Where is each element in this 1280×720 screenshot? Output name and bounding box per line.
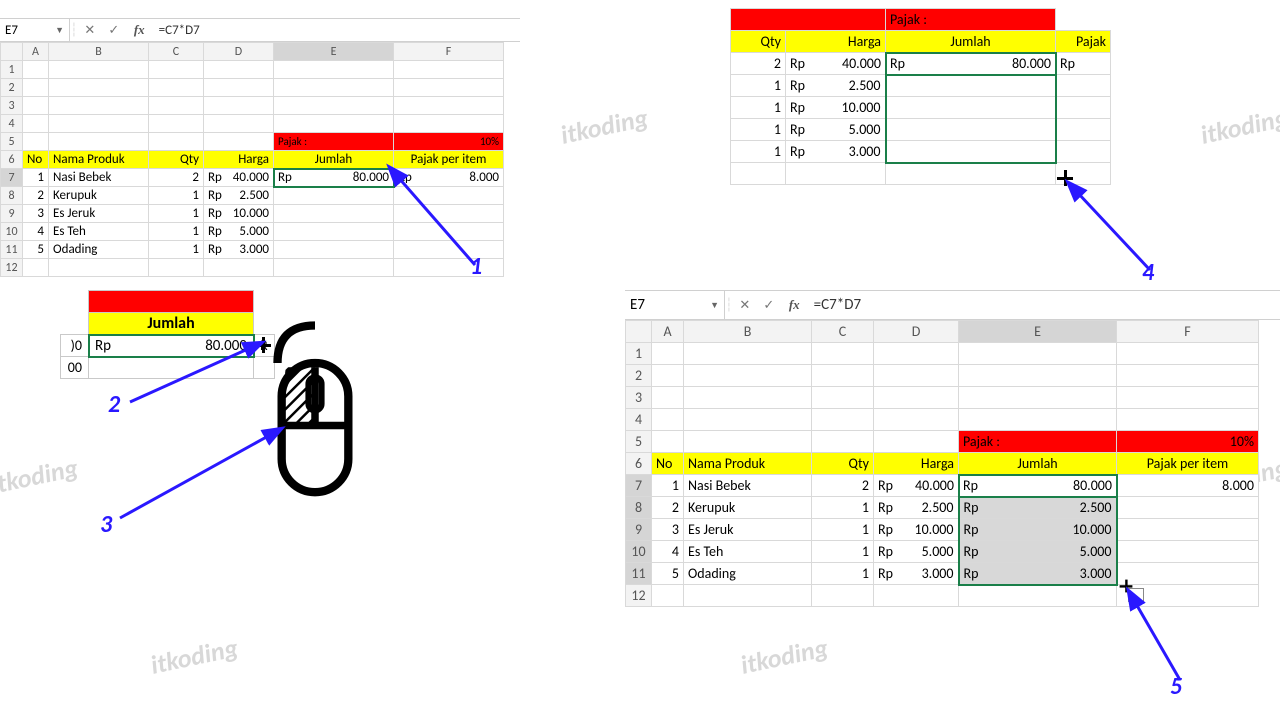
formula-bar: E7 ▼ ┆ ✕ ✓ fx =C7*D7 bbox=[0, 18, 520, 42]
panel-top-right: Pajak : Qty Harga Jumlah Pajak 2 Rp40.00… bbox=[730, 8, 1111, 185]
spreadsheet-grid[interactable]: A B C D E F 1 2 3 4 5 Pajak : 10% 6 No N… bbox=[0, 42, 504, 277]
watermark: itkoding bbox=[148, 631, 241, 681]
autofill-options-button[interactable] bbox=[1128, 588, 1144, 602]
selected-cell[interactable]: Rp80.000 bbox=[274, 169, 394, 187]
spreadsheet-grid[interactable]: A B C D E F 1 2 3 4 5 Pajak : 10% 6 No N… bbox=[625, 320, 1259, 607]
name-box[interactable]: E7 ▼ bbox=[0, 19, 70, 41]
panel-mid-zoom: Jumlah )0 Rp80.000 R 00 bbox=[60, 290, 275, 379]
th-nama: Nama Produk bbox=[49, 151, 149, 169]
marker-3: 3 bbox=[100, 510, 112, 539]
fill-handle-cursor-icon bbox=[1057, 170, 1073, 186]
panel-bottom-right: E7 ▼ ┆ ✕ ✓ fx =C7*D7 A B C D E F 1 2 3 4… bbox=[625, 290, 1280, 607]
select-all-corner[interactable] bbox=[626, 321, 652, 343]
marker-5: 5 bbox=[1170, 672, 1182, 701]
col-header[interactable]: F bbox=[394, 43, 504, 61]
confirm-icon[interactable]: ✓ bbox=[757, 298, 781, 313]
col-header[interactable]: E bbox=[274, 43, 394, 61]
fx-icon[interactable]: fx bbox=[781, 297, 808, 313]
col-header[interactable]: A bbox=[23, 43, 49, 61]
cancel-icon[interactable]: ✕ bbox=[78, 23, 102, 38]
formula-bar: E7 ▼ ┆ ✕ ✓ fx =C7*D7 bbox=[625, 290, 1280, 320]
th-pajak: Pajak per item bbox=[394, 151, 504, 169]
cell-reference: E7 bbox=[5, 23, 18, 38]
selected-cell[interactable]: Rp80.000 bbox=[89, 335, 254, 357]
th-no: No bbox=[23, 151, 49, 169]
col-header[interactable]: C bbox=[149, 43, 204, 61]
formula-input[interactable]: =C7*D7 bbox=[153, 23, 520, 38]
th-jumlah: Jumlah bbox=[89, 313, 254, 335]
dropdown-icon[interactable]: ▼ bbox=[710, 300, 719, 311]
marker-4: 4 bbox=[1142, 258, 1154, 287]
select-all-corner[interactable] bbox=[1, 43, 23, 61]
col-header[interactable]: B bbox=[49, 43, 149, 61]
col-header[interactable]: D bbox=[204, 43, 274, 61]
arrow-4 bbox=[1065, 180, 1175, 290]
marker-1: 1 bbox=[470, 252, 482, 281]
watermark: itkoding bbox=[738, 631, 831, 681]
mouse-icon bbox=[265, 298, 365, 528]
th-jumlah: Jumlah bbox=[274, 151, 394, 169]
pajak-label: Pajak : bbox=[274, 133, 394, 151]
marker-2: 2 bbox=[108, 390, 120, 419]
panel-1: E7 ▼ ┆ ✕ ✓ fx =C7*D7 A B C D E F 1 2 3 4… bbox=[0, 18, 520, 277]
name-box[interactable]: E7 ▼ bbox=[625, 291, 725, 319]
cancel-icon[interactable]: ✕ bbox=[733, 298, 757, 313]
pajak-percent: 10% bbox=[394, 133, 504, 151]
fx-icon[interactable]: fx bbox=[126, 22, 153, 38]
selected-cell[interactable]: Rp80.000 bbox=[959, 475, 1117, 497]
formula-input[interactable]: =C7*D7 bbox=[808, 296, 1280, 314]
confirm-icon[interactable]: ✓ bbox=[102, 23, 126, 38]
dropdown-icon[interactable]: ▼ bbox=[55, 25, 64, 36]
th-harga: Harga bbox=[204, 151, 274, 169]
watermark: itkoding bbox=[558, 101, 651, 151]
selected-cell[interactable]: Rp80.000 bbox=[886, 53, 1056, 75]
watermark: itkoding bbox=[0, 451, 81, 501]
watermark: itkoding bbox=[1198, 101, 1280, 151]
th-qty: Qty bbox=[149, 151, 204, 169]
